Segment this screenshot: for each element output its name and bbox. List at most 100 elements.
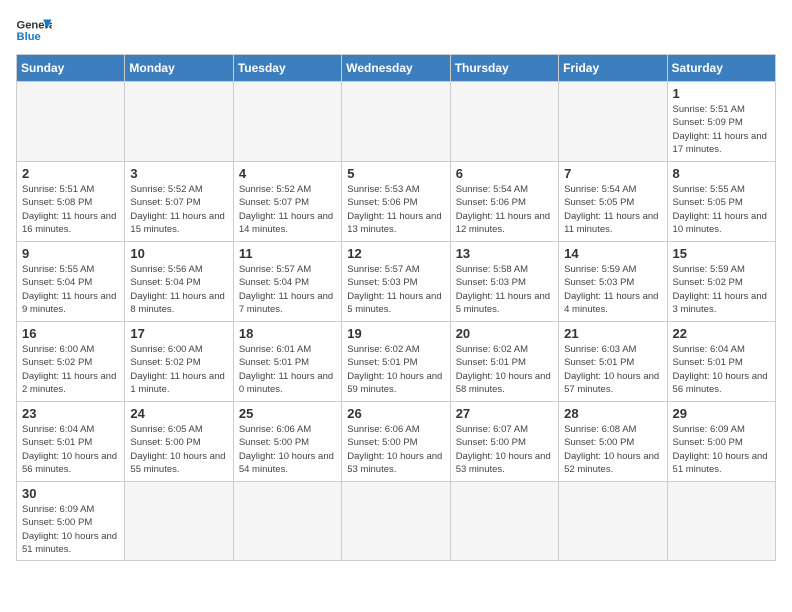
calendar-cell: 4 Sunrise: 5:52 AM Sunset: 5:07 PM Daylig… — [233, 162, 341, 242]
calendar-cell: 3Sunrise: 5:52 AM Sunset: 5:07 PM Daylig… — [125, 162, 233, 242]
calendar-cell: 25 Sunrise: 6:06 AM Sunset: 5:00 PM Dayli… — [233, 402, 341, 482]
day-number: 22 — [673, 326, 770, 341]
weekday-header-saturday: Saturday — [667, 55, 775, 82]
day-number: 29 — [673, 406, 770, 421]
day-number: 9 — [22, 246, 119, 261]
day-info: Sunrise: 6:05 AM Sunset: 5:00 PM Dayligh… — [130, 423, 227, 476]
day-info: Sunrise: 6:02 AM Sunset: 5:01 PM Dayligh… — [456, 343, 553, 396]
calendar-cell — [233, 482, 341, 561]
calendar-cell: 6 Sunrise: 5:54 AM Sunset: 5:06 PM Daylig… — [450, 162, 558, 242]
calendar-cell: 22 Sunrise: 6:04 AM Sunset: 5:01 PM Dayli… — [667, 322, 775, 402]
calendar-cell: 7 Sunrise: 5:54 AM Sunset: 5:05 PM Daylig… — [559, 162, 667, 242]
calendar-cell — [342, 82, 450, 162]
day-number: 13 — [456, 246, 553, 261]
calendar-cell: 21Sunrise: 6:03 AM Sunset: 5:01 PM Dayli… — [559, 322, 667, 402]
day-info: Sunrise: 5:55 AM Sunset: 5:04 PM Dayligh… — [22, 263, 119, 316]
calendar-cell: 17 Sunrise: 6:00 AM Sunset: 5:02 PM Dayli… — [125, 322, 233, 402]
day-number: 7 — [564, 166, 661, 181]
calendar-cell — [667, 482, 775, 561]
day-number: 18 — [239, 326, 336, 341]
day-info: Sunrise: 5:51 AM Sunset: 5:08 PM Dayligh… — [22, 183, 119, 236]
day-number: 8 — [673, 166, 770, 181]
day-info: Sunrise: 5:59 AM Sunset: 5:03 PM Dayligh… — [564, 263, 661, 316]
day-number: 10 — [130, 246, 227, 261]
calendar-cell — [559, 82, 667, 162]
calendar-cell: 2 Sunrise: 5:51 AM Sunset: 5:08 PM Daylig… — [17, 162, 125, 242]
calendar-cell: 24 Sunrise: 6:05 AM Sunset: 5:00 PM Dayli… — [125, 402, 233, 482]
day-info: Sunrise: 5:55 AM Sunset: 5:05 PM Dayligh… — [673, 183, 770, 236]
svg-text:Blue: Blue — [17, 31, 41, 43]
calendar-cell — [342, 482, 450, 561]
calendar-cell: 10 Sunrise: 5:56 AM Sunset: 5:04 PM Dayli… — [125, 242, 233, 322]
weekday-header-thursday: Thursday — [450, 55, 558, 82]
day-info: Sunrise: 6:07 AM Sunset: 5:00 PM Dayligh… — [456, 423, 553, 476]
calendar-cell — [233, 82, 341, 162]
day-number: 30 — [22, 486, 119, 501]
calendar-cell: 14 Sunrise: 5:59 AM Sunset: 5:03 PM Dayli… — [559, 242, 667, 322]
calendar-cell: 16 Sunrise: 6:00 AM Sunset: 5:02 PM Dayli… — [17, 322, 125, 402]
day-info: Sunrise: 6:04 AM Sunset: 5:01 PM Dayligh… — [673, 343, 770, 396]
day-info: Sunrise: 6:02 AM Sunset: 5:01 PM Dayligh… — [347, 343, 444, 396]
day-info: Sunrise: 6:06 AM Sunset: 5:00 PM Dayligh… — [239, 423, 336, 476]
day-number: 14 — [564, 246, 661, 261]
calendar-week-3: 9 Sunrise: 5:55 AM Sunset: 5:04 PM Daylig… — [17, 242, 776, 322]
day-number: 20 — [456, 326, 553, 341]
weekday-header-sunday: Sunday — [17, 55, 125, 82]
day-number: 6 — [456, 166, 553, 181]
calendar-cell: 23 Sunrise: 6:04 AM Sunset: 5:01 PM Dayli… — [17, 402, 125, 482]
calendar-cell — [450, 82, 558, 162]
weekday-header-friday: Friday — [559, 55, 667, 82]
logo-icon: General Blue — [16, 16, 52, 44]
calendar-cell: 27Sunrise: 6:07 AM Sunset: 5:00 PM Dayli… — [450, 402, 558, 482]
calendar-week-4: 16 Sunrise: 6:00 AM Sunset: 5:02 PM Dayli… — [17, 322, 776, 402]
day-info: Sunrise: 6:00 AM Sunset: 5:02 PM Dayligh… — [22, 343, 119, 396]
day-info: Sunrise: 6:00 AM Sunset: 5:02 PM Dayligh… — [130, 343, 227, 396]
day-info: Sunrise: 5:56 AM Sunset: 5:04 PM Dayligh… — [130, 263, 227, 316]
day-info: Sunrise: 5:54 AM Sunset: 5:05 PM Dayligh… — [564, 183, 661, 236]
day-info: Sunrise: 5:54 AM Sunset: 5:06 PM Dayligh… — [456, 183, 553, 236]
day-number: 25 — [239, 406, 336, 421]
day-number: 21 — [564, 326, 661, 341]
calendar-cell: 28Sunrise: 6:08 AM Sunset: 5:00 PM Dayli… — [559, 402, 667, 482]
day-info: Sunrise: 5:51 AM Sunset: 5:09 PM Dayligh… — [673, 103, 770, 156]
calendar-cell — [450, 482, 558, 561]
calendar-cell: 20 Sunrise: 6:02 AM Sunset: 5:01 PM Dayli… — [450, 322, 558, 402]
day-info: Sunrise: 6:08 AM Sunset: 5:00 PM Dayligh… — [564, 423, 661, 476]
calendar-cell: 8 Sunrise: 5:55 AM Sunset: 5:05 PM Daylig… — [667, 162, 775, 242]
day-number: 2 — [22, 166, 119, 181]
calendar-cell: 26 Sunrise: 6:06 AM Sunset: 5:00 PM Dayli… — [342, 402, 450, 482]
header: General Blue — [16, 16, 776, 44]
day-info: Sunrise: 5:57 AM Sunset: 5:03 PM Dayligh… — [347, 263, 444, 316]
day-info: Sunrise: 5:57 AM Sunset: 5:04 PM Dayligh… — [239, 263, 336, 316]
calendar-cell: 12 Sunrise: 5:57 AM Sunset: 5:03 PM Dayli… — [342, 242, 450, 322]
calendar-cell: 1 Sunrise: 5:51 AM Sunset: 5:09 PM Daylig… — [667, 82, 775, 162]
calendar-cell: 5 Sunrise: 5:53 AM Sunset: 5:06 PM Daylig… — [342, 162, 450, 242]
calendar-cell — [125, 482, 233, 561]
calendar-cell — [559, 482, 667, 561]
calendar-table: SundayMondayTuesdayWednesdayThursdayFrid… — [16, 54, 776, 561]
day-number: 5 — [347, 166, 444, 181]
day-number: 16 — [22, 326, 119, 341]
day-number: 11 — [239, 246, 336, 261]
calendar-cell: 30Sunrise: 6:09 AM Sunset: 5:00 PM Dayli… — [17, 482, 125, 561]
calendar-cell: 18Sunrise: 6:01 AM Sunset: 5:01 PM Dayli… — [233, 322, 341, 402]
calendar-week-6: 30Sunrise: 6:09 AM Sunset: 5:00 PM Dayli… — [17, 482, 776, 561]
day-number: 4 — [239, 166, 336, 181]
day-number: 23 — [22, 406, 119, 421]
day-info: Sunrise: 5:52 AM Sunset: 5:07 PM Dayligh… — [239, 183, 336, 236]
day-number: 26 — [347, 406, 444, 421]
weekday-header-monday: Monday — [125, 55, 233, 82]
day-info: Sunrise: 6:06 AM Sunset: 5:00 PM Dayligh… — [347, 423, 444, 476]
calendar-week-5: 23 Sunrise: 6:04 AM Sunset: 5:01 PM Dayli… — [17, 402, 776, 482]
day-number: 17 — [130, 326, 227, 341]
day-info: Sunrise: 5:53 AM Sunset: 5:06 PM Dayligh… — [347, 183, 444, 236]
calendar-cell: 19Sunrise: 6:02 AM Sunset: 5:01 PM Dayli… — [342, 322, 450, 402]
day-info: Sunrise: 5:52 AM Sunset: 5:07 PM Dayligh… — [130, 183, 227, 236]
day-info: Sunrise: 6:04 AM Sunset: 5:01 PM Dayligh… — [22, 423, 119, 476]
day-number: 1 — [673, 86, 770, 101]
day-number: 12 — [347, 246, 444, 261]
day-number: 24 — [130, 406, 227, 421]
calendar-week-2: 2 Sunrise: 5:51 AM Sunset: 5:08 PM Daylig… — [17, 162, 776, 242]
weekday-header-tuesday: Tuesday — [233, 55, 341, 82]
logo: General Blue — [16, 16, 52, 44]
